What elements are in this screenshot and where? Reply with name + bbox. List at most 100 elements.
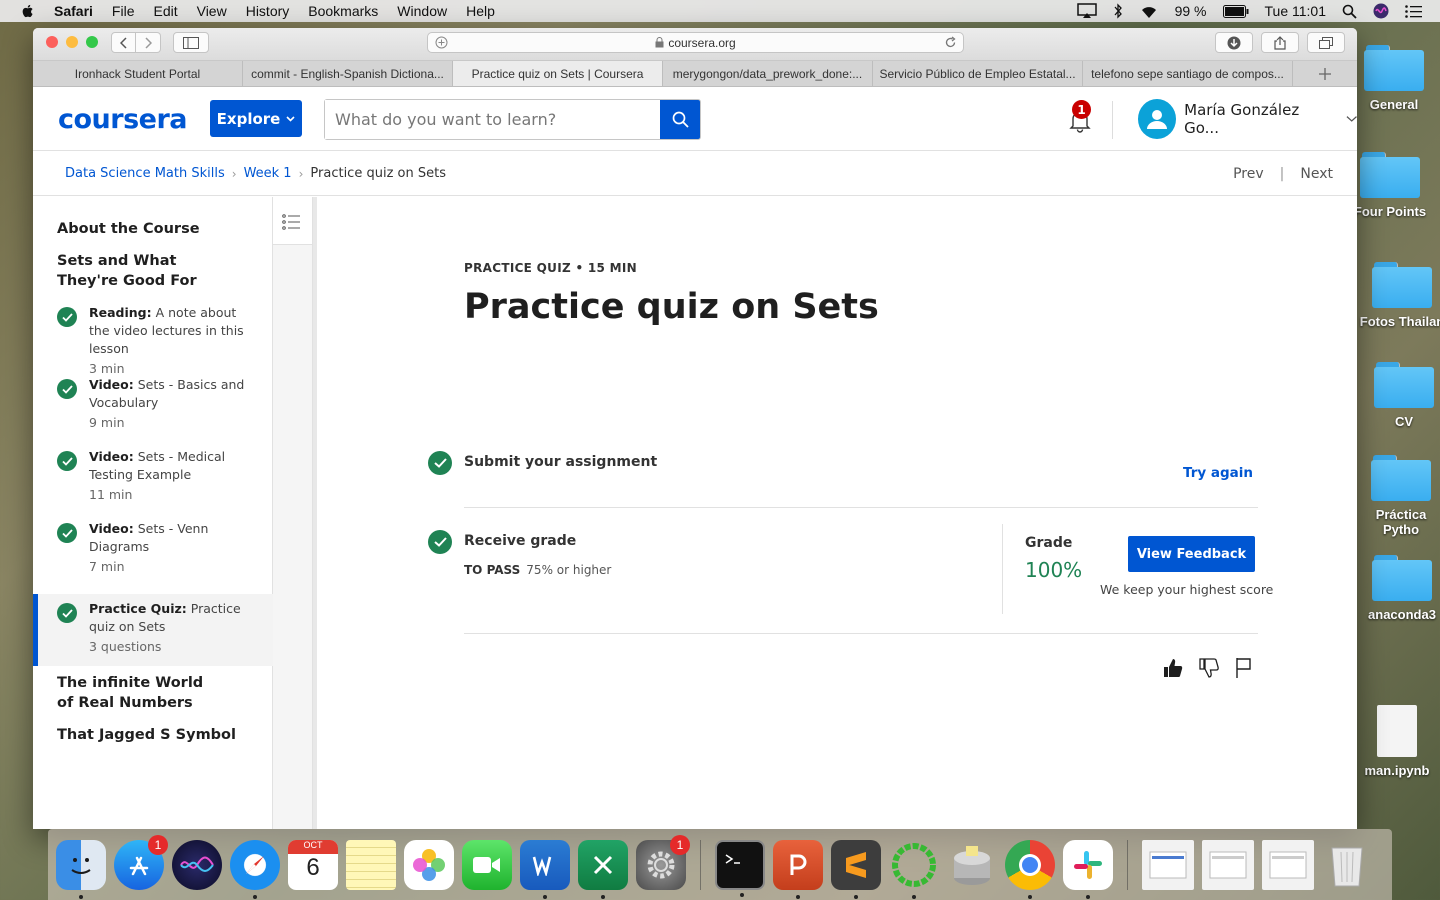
dock-slack[interactable] (1063, 839, 1113, 899)
view-feedback-button[interactable]: View Feedback (1128, 536, 1255, 572)
zoom-window-button[interactable] (86, 36, 98, 48)
share-button[interactable] (1261, 32, 1299, 53)
disk-icon (954, 845, 990, 885)
desktop-file-ipynb[interactable]: man.ipynb (1352, 705, 1440, 778)
coursera-header: coursera Explore 1 María González Go... (33, 87, 1357, 151)
dock-siri[interactable] (172, 839, 222, 890)
close-window-button[interactable] (46, 36, 58, 48)
new-tab-button[interactable] (1293, 61, 1357, 86)
chrome-icon (1019, 853, 1041, 876)
desktop-folder-practica[interactable]: Práctica Pytho (1356, 455, 1440, 537)
menu-window[interactable]: Window (397, 3, 447, 19)
tab-coursera-quiz[interactable]: Practice quiz on Sets | Coursera (453, 61, 663, 86)
chevron-left-icon (119, 36, 127, 49)
chevron-down-icon (1346, 116, 1357, 122)
dock-system-preferences[interactable]: 1 (636, 834, 690, 890)
airplay-icon[interactable] (1076, 3, 1097, 19)
desktop-folder-fotos[interactable]: Fotos Thailan (1357, 262, 1440, 329)
address-bar[interactable]: coursera.org (427, 32, 964, 53)
lesson-item-video-basics[interactable]: Video: Sets - Basics and Vocabulary 9 mi… (33, 370, 273, 438)
tab-overview-button[interactable] (1307, 32, 1345, 53)
user-menu[interactable]: María González Go... (1138, 99, 1357, 139)
dock-safari[interactable] (230, 839, 280, 899)
desktop-folder-anaconda[interactable]: anaconda3 (1357, 555, 1440, 622)
dock-facetime[interactable] (462, 839, 512, 890)
menubar-clock[interactable]: Tue 11:01 (1265, 3, 1327, 19)
dock-calendar[interactable]: OCT 6 (288, 839, 338, 890)
desktop-folder-four-points[interactable]: Four Points (1345, 152, 1435, 219)
dock-photos[interactable] (404, 839, 454, 890)
lesson-type: Video: (89, 449, 134, 464)
dock-trash[interactable] (1322, 840, 1372, 890)
lesson-item-practice-quiz[interactable]: Practice Quiz: Practice quiz on Sets 3 q… (33, 594, 273, 666)
battery-icon[interactable] (1222, 4, 1249, 18)
try-again-link[interactable]: Try again (1183, 465, 1253, 481)
dock-window-thumbnail-2[interactable] (1202, 839, 1254, 890)
menu-bookmarks[interactable]: Bookmarks (308, 3, 378, 19)
reload-icon[interactable] (944, 36, 957, 49)
breadcrumb-course[interactable]: Data Science Math Skills (65, 166, 225, 181)
coursera-logo[interactable]: coursera (58, 104, 188, 135)
downloads-button[interactable] (1215, 32, 1253, 53)
wifi-icon[interactable] (1139, 4, 1159, 19)
menu-edit[interactable]: Edit (153, 3, 177, 19)
prev-link[interactable]: Prev (1233, 166, 1264, 182)
dock-powerpoint[interactable] (773, 839, 823, 899)
to-pass-label: TO PASS (464, 563, 521, 577)
thumbs-down-icon[interactable] (1198, 657, 1220, 679)
dock-word[interactable] (520, 839, 570, 899)
dock-app-store[interactable]: 1 (114, 834, 168, 890)
tab-telefono-sepe[interactable]: telefono sepe santiago de compos... (1083, 61, 1293, 86)
slack-icon (1074, 850, 1102, 879)
dock-terminal[interactable] (715, 839, 765, 897)
outline-toggle-button[interactable] (273, 197, 312, 245)
tab-ironhack[interactable]: Ironhack Student Portal (33, 61, 243, 86)
search-input[interactable] (325, 100, 660, 139)
share-plus-icon[interactable] (435, 36, 448, 49)
menu-file[interactable]: File (112, 3, 135, 19)
minimize-window-button[interactable] (66, 36, 78, 48)
tab-github[interactable]: merygongon/data_prework_done:... (663, 61, 873, 86)
section-real-numbers[interactable]: The infinite World of Real Numbers (33, 673, 233, 713)
tab-dictionary[interactable]: commit - English-Spanish Dictiona... (243, 61, 453, 86)
thumbs-up-icon[interactable] (1162, 657, 1184, 679)
dock-anaconda[interactable] (889, 840, 939, 899)
list-icon (282, 214, 300, 230)
tab-sepe[interactable]: Servicio Público de Empleo Estatal... (873, 61, 1083, 86)
notification-center-icon[interactable] (1405, 4, 1422, 18)
dock-disk-utility[interactable] (947, 840, 997, 890)
dock-window-thumbnail-3[interactable] (1262, 839, 1314, 890)
bluetooth-icon[interactable] (1113, 3, 1123, 19)
dock-excel[interactable] (578, 839, 628, 899)
lesson-item-video-venn[interactable]: Video: Sets - Venn Diagrams 7 min (33, 514, 273, 582)
dock-window-thumbnail-1[interactable] (1142, 839, 1194, 890)
desktop-folder-cv[interactable]: CV (1359, 362, 1440, 429)
siri-icon[interactable] (1373, 3, 1389, 19)
show-sidebar-button[interactable] (173, 32, 209, 53)
next-link[interactable]: Next (1300, 166, 1333, 182)
running-indicator (1028, 894, 1032, 899)
chevron-right-icon (145, 36, 152, 49)
section-about-course[interactable]: About the Course (33, 219, 224, 239)
explore-button[interactable]: Explore (210, 100, 302, 137)
section-sets[interactable]: Sets and What They're Good For (33, 251, 243, 291)
dock-finder[interactable] (56, 839, 106, 899)
spotlight-icon[interactable] (1342, 4, 1357, 19)
running-indicator (796, 894, 800, 899)
lesson-item-video-medical[interactable]: Video: Sets - Medical Testing Example 11… (33, 442, 273, 510)
search-button[interactable] (660, 100, 700, 139)
dock-notes[interactable] (346, 839, 396, 890)
apple-icon[interactable] (20, 3, 36, 19)
section-jagged-s[interactable]: That Jagged S Symbol (33, 725, 260, 745)
menu-app-safari[interactable]: Safari (54, 3, 93, 19)
forward-button[interactable] (136, 32, 161, 53)
desktop-folder-general[interactable]: General (1349, 45, 1439, 112)
menu-help[interactable]: Help (466, 3, 495, 19)
menu-view[interactable]: View (197, 3, 227, 19)
back-button[interactable] (111, 32, 136, 53)
menu-history[interactable]: History (246, 3, 290, 19)
breadcrumb-week[interactable]: Week 1 (244, 166, 292, 181)
dock-sublime[interactable] (831, 839, 881, 899)
flag-icon[interactable] (1234, 657, 1254, 679)
dock-chrome[interactable] (1005, 839, 1055, 899)
